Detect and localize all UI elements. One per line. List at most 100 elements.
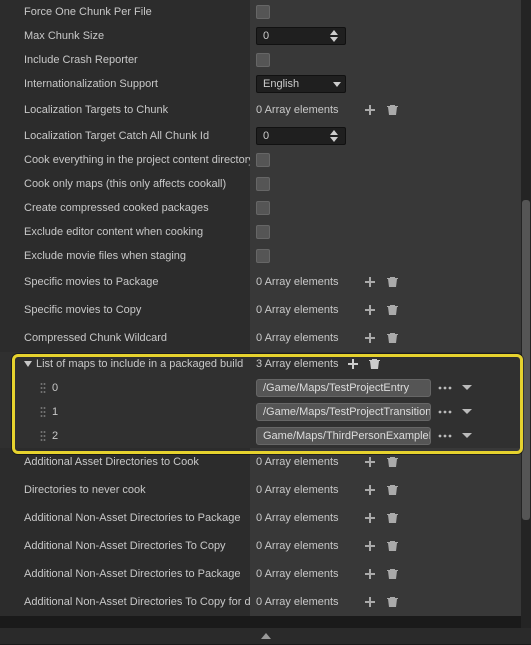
trash-icon[interactable] <box>384 102 400 118</box>
add-icon[interactable] <box>362 538 378 554</box>
property-row: Specific movies to Copy 0 Array elements <box>0 296 531 324</box>
map-item-row: 1/Game/Maps/TestProjectTransition <box>0 400 531 424</box>
trash-icon[interactable] <box>384 302 400 318</box>
trash-icon[interactable] <box>384 274 400 290</box>
add-icon[interactable] <box>362 102 378 118</box>
expand-arrow-icon[interactable] <box>24 361 32 367</box>
dropdown-icon[interactable] <box>459 380 475 396</box>
map-item-value: Game/Maps/ThirdPersonExampleMap <box>250 424 531 448</box>
property-label: Additional Non-Asset Directories to Pack… <box>0 504 250 532</box>
number-value: 0 <box>263 30 269 42</box>
property-row: Exclude movie files when staging <box>0 244 531 268</box>
map-item-row: 2Game/Maps/ThirdPersonExampleMap <box>0 424 531 448</box>
property-value <box>250 172 531 196</box>
number-input[interactable]: 0 <box>256 27 346 45</box>
add-icon[interactable] <box>362 274 378 290</box>
number-input[interactable]: 0 <box>256 127 346 145</box>
property-row: Internationalization SupportEnglish <box>0 72 531 96</box>
add-icon[interactable] <box>345 356 361 372</box>
map-path-input[interactable]: /Game/Maps/TestProjectEntry <box>256 379 431 397</box>
property-label: Specific movies to Copy <box>0 296 250 324</box>
browse-icon[interactable] <box>437 380 453 396</box>
map-path-input[interactable]: Game/Maps/ThirdPersonExampleMap <box>256 427 431 445</box>
property-label: Additional Non-Asset Directories To Copy <box>0 532 250 560</box>
property-value: 0 Array elements <box>250 560 531 588</box>
property-label: Localization Target Catch All Chunk Id <box>0 124 250 148</box>
number-value: 0 <box>263 130 269 142</box>
add-icon[interactable] <box>362 594 378 610</box>
property-label: Specific movies to Package <box>0 268 250 296</box>
property-label: Additional Non-Asset Directories to Pack… <box>0 560 250 588</box>
property-value: 0 Array elements <box>250 296 531 324</box>
property-label: Create compressed cooked packages <box>0 196 250 220</box>
dropdown-icon[interactable] <box>459 404 475 420</box>
trash-icon[interactable] <box>384 482 400 498</box>
maps-header-row: List of maps to include in a packaged bu… <box>0 352 531 376</box>
trash-icon[interactable] <box>384 538 400 554</box>
property-value: 0 <box>250 124 531 148</box>
add-icon[interactable] <box>362 302 378 318</box>
trash-icon[interactable] <box>384 594 400 610</box>
map-index: 0 <box>52 382 58 394</box>
property-row: Compressed Chunk Wildcard0 Array element… <box>0 324 531 352</box>
checkbox[interactable] <box>256 177 270 191</box>
property-value <box>250 220 531 244</box>
map-item-row: 0/Game/Maps/TestProjectEntry <box>0 376 531 400</box>
add-icon[interactable] <box>362 454 378 470</box>
trash-icon[interactable] <box>384 330 400 346</box>
property-row: Max Chunk Size0 <box>0 24 531 48</box>
property-row: Additional Non-Asset Directories To Copy… <box>0 532 531 560</box>
map-item-label: 0 <box>0 376 250 400</box>
maps-label: List of maps to include in a packaged bu… <box>36 358 243 370</box>
property-row: Cook everything in the project content d… <box>0 148 531 172</box>
drag-grip-icon[interactable] <box>38 430 48 442</box>
property-row: Include Crash Reporter <box>0 48 531 72</box>
add-icon[interactable] <box>362 566 378 582</box>
dropdown-icon[interactable] <box>459 428 475 444</box>
property-row: Localization Targets to Chunk0 Array ele… <box>0 96 531 124</box>
spinner-icon[interactable] <box>329 29 339 43</box>
property-value <box>250 148 531 172</box>
property-label: Cook everything in the project content d… <box>0 148 250 172</box>
trash-icon[interactable] <box>384 566 400 582</box>
add-icon[interactable] <box>362 330 378 346</box>
dropdown[interactable]: English <box>256 75 346 93</box>
checkbox[interactable] <box>256 249 270 263</box>
add-icon[interactable] <box>362 482 378 498</box>
property-row: Force One Chunk Per File <box>0 0 531 24</box>
trash-icon[interactable] <box>367 356 383 372</box>
property-value: 0 Array elements <box>250 588 531 616</box>
checkbox[interactable] <box>256 5 270 19</box>
checkbox[interactable] <box>256 225 270 239</box>
trash-icon[interactable] <box>384 454 400 470</box>
property-value: 0 <box>250 24 531 48</box>
drag-grip-icon[interactable] <box>38 382 48 394</box>
property-value: 0 Array elements <box>250 268 531 296</box>
property-value <box>250 48 531 72</box>
property-row: Additional Asset Directories to Cook0 Ar… <box>0 448 531 476</box>
property-value: 0 Array elements <box>250 532 531 560</box>
map-path-input[interactable]: /Game/Maps/TestProjectTransition <box>256 403 431 421</box>
browse-icon[interactable] <box>437 428 453 444</box>
property-value <box>250 0 531 24</box>
scrollbar[interactable] <box>521 0 531 628</box>
checkbox[interactable] <box>256 153 270 167</box>
map-item-value: /Game/Maps/TestProjectTransition <box>250 400 531 424</box>
spinner-icon[interactable] <box>329 129 339 143</box>
array-count: 0 Array elements <box>256 456 356 468</box>
drag-grip-icon[interactable] <box>38 406 48 418</box>
array-count: 0 Array elements <box>256 304 356 316</box>
property-row: Localization Target Catch All Chunk Id 0 <box>0 124 531 148</box>
array-count: 0 Array elements <box>256 596 356 608</box>
array-count: 0 Array elements <box>256 512 356 524</box>
trash-icon[interactable] <box>384 510 400 526</box>
scrollbar-thumb[interactable] <box>522 200 530 520</box>
property-value: 0 Array elements <box>250 504 531 532</box>
add-icon[interactable] <box>362 510 378 526</box>
property-label: Directories to never cook <box>0 476 250 504</box>
checkbox[interactable] <box>256 201 270 215</box>
checkbox[interactable] <box>256 53 270 67</box>
map-index: 1 <box>52 406 58 418</box>
footer-bar[interactable] <box>0 628 531 644</box>
browse-icon[interactable] <box>437 404 453 420</box>
